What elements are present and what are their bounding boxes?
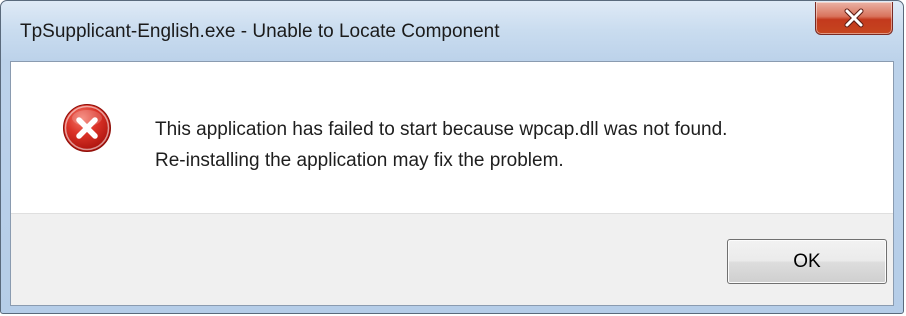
dialog-window: TpSupplicant-English.exe - Unable to Loc… [0,0,904,314]
close-icon [844,8,864,28]
window-title: TpSupplicant-English.exe - Unable to Loc… [20,21,500,42]
error-message: This application has failed to start bec… [155,114,727,176]
close-button[interactable] [815,2,893,35]
title-bar[interactable]: TpSupplicant-English.exe - Unable to Loc… [1,1,903,61]
dialog-body: This application has failed to start bec… [10,61,894,306]
ok-button[interactable]: OK [727,239,887,284]
message-line-1: This application has failed to start bec… [155,119,728,140]
message-area: This application has failed to start bec… [11,62,893,213]
message-line-2: Re-installing the application may fix th… [155,150,564,171]
error-icon [63,104,111,152]
button-bar: OK [11,213,893,305]
